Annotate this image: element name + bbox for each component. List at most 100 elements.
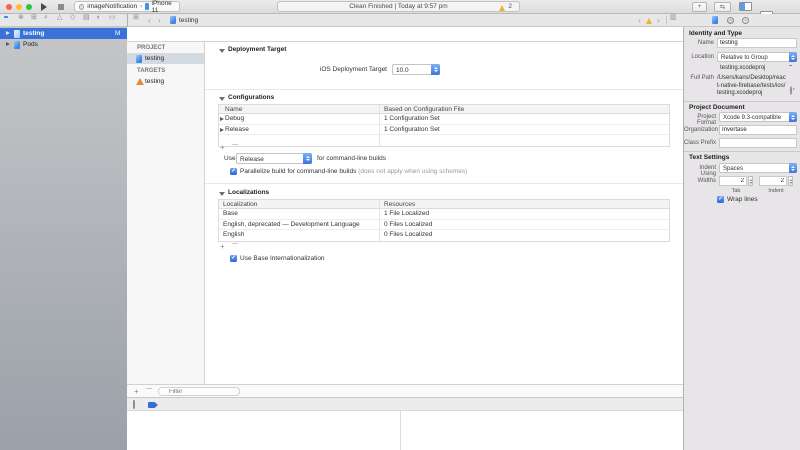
- add-localization-button[interactable]: +: [220, 242, 225, 251]
- hide-debug-area-button[interactable]: [133, 400, 135, 409]
- editor-header: Info Build Settings Swift Packages: [127, 27, 683, 42]
- column-header-localization[interactable]: Localization: [219, 200, 379, 208]
- tab-width-field[interactable]: [719, 176, 747, 186]
- previous-issue-button[interactable]: ‹: [638, 14, 641, 27]
- editor-options-button[interactable]: ⇆: [714, 2, 731, 12]
- find-navigator-tab[interactable]: ⌕: [44, 11, 48, 24]
- history-inspector-tab[interactable]: ◷: [727, 17, 734, 24]
- app-extension-icon: [79, 4, 84, 10]
- back-button[interactable]: ‹: [148, 14, 151, 27]
- zoom-window-button[interactable]: [26, 4, 32, 10]
- collapse-triangle-icon[interactable]: [219, 192, 225, 196]
- configuration-row-debug[interactable]: Debug 1 Configuration Set: [219, 114, 669, 125]
- warning-count[interactable]: 2: [508, 3, 512, 10]
- disclosure-triangle-icon[interactable]: [6, 31, 10, 35]
- indent-width-stepper[interactable]: [788, 176, 793, 186]
- warning-icon[interactable]: [499, 5, 505, 11]
- review-icon: ▥: [670, 14, 677, 21]
- stop-button[interactable]: [58, 4, 64, 10]
- scheme-selector[interactable]: imageNotification › iPhone 11: [74, 1, 180, 12]
- add-button[interactable]: +: [134, 387, 139, 396]
- history-icon: ◷: [729, 18, 733, 23]
- indent-using-dropdown[interactable]: Spaces: [719, 163, 797, 173]
- localization-resources: 1 File Localized: [379, 209, 669, 219]
- debug-bar: [127, 397, 683, 411]
- symbol-navigator-tab[interactable]: ⊞: [31, 11, 37, 24]
- test-navigator-tab[interactable]: ◇: [70, 11, 75, 24]
- project-item-testing[interactable]: testing: [127, 53, 204, 64]
- dropdown-arrows-icon: [431, 64, 440, 75]
- editor-tab-title[interactable]: testing: [179, 14, 198, 27]
- related-items-button[interactable]: ⊞: [133, 11, 139, 24]
- inspector-divider: [684, 151, 800, 152]
- forward-button[interactable]: ›: [158, 14, 161, 27]
- dropdown-value: Spaces: [723, 166, 743, 172]
- location-dropdown[interactable]: Relative to Group: [717, 52, 797, 62]
- navigator-item-label: Pods: [23, 39, 38, 50]
- add-configuration-button[interactable]: +: [220, 143, 225, 152]
- close-window-button[interactable]: [6, 4, 12, 10]
- console-divider[interactable]: [400, 411, 401, 450]
- localization-resources: 0 Files Localized: [379, 230, 669, 241]
- report-icon: ▭: [109, 14, 116, 21]
- ios-deployment-target-dropdown[interactable]: 10.0: [392, 64, 440, 75]
- column-header-based-on[interactable]: Based on Configuration File: [379, 105, 669, 113]
- filter-input[interactable]: [158, 387, 240, 396]
- configuration-value: 1 Configuration Set: [379, 114, 669, 124]
- issue-warning-icon[interactable]: [646, 18, 652, 24]
- debug-navigator-tab[interactable]: ▤: [83, 11, 90, 24]
- project-file-icon: [170, 16, 176, 24]
- issue-navigator-tab[interactable]: △: [57, 11, 62, 24]
- run-button[interactable]: [41, 3, 47, 11]
- tab-caption: Tab: [719, 188, 753, 194]
- column-header-resources[interactable]: Resources: [379, 200, 669, 208]
- localization-name: Base: [219, 209, 379, 219]
- localizations-section-title: Localizations: [228, 189, 269, 196]
- parallelize-checkbox[interactable]: ✓: [230, 168, 237, 175]
- parallelize-label: Parallelize build for command-line build…: [240, 168, 467, 175]
- target-item-testing[interactable]: testing: [127, 76, 204, 87]
- localization-row-base[interactable]: Base 1 File Localized: [219, 209, 669, 220]
- file-inspector-tab[interactable]: [712, 16, 718, 24]
- next-issue-button[interactable]: ›: [657, 14, 660, 27]
- code-review-button[interactable]: ▥: [670, 11, 677, 24]
- disclosure-triangle-icon[interactable]: [6, 42, 10, 46]
- breakpoint-navigator-tab[interactable]: ◗: [96, 11, 100, 24]
- localization-row-english-deprecated[interactable]: English, deprecated — Development Langua…: [219, 220, 669, 231]
- report-navigator-tab[interactable]: ▭: [109, 11, 116, 24]
- plus-icon: +: [698, 3, 702, 10]
- breakpoint-icon: ◗: [96, 14, 100, 21]
- indent-width-field[interactable]: [759, 176, 787, 186]
- navigator-row-pods[interactable]: Pods: [0, 39, 127, 50]
- remove-button[interactable]: —: [146, 386, 152, 392]
- quick-help-inspector-tab[interactable]: ?: [742, 17, 749, 24]
- name-field[interactable]: [717, 38, 797, 48]
- base-internationalization-checkbox[interactable]: ✓: [230, 255, 237, 262]
- collapse-triangle-icon[interactable]: [219, 97, 225, 101]
- command-line-config-dropdown[interactable]: Release: [236, 153, 312, 164]
- organization-field[interactable]: [719, 125, 797, 135]
- ios-deployment-target-label: iOS Deployment Target: [250, 66, 387, 73]
- project-info-editor: Deployment Target iOS Deployment Target …: [205, 42, 683, 384]
- project-format-dropdown[interactable]: Xcode 9.3-compatible: [719, 112, 797, 122]
- wrap-lines-checkbox[interactable]: ✓: [717, 196, 724, 203]
- reveal-arrow-icon[interactable]: [790, 86, 792, 95]
- remove-configuration-button[interactable]: —: [232, 142, 238, 148]
- collapse-triangle-icon[interactable]: [219, 49, 225, 53]
- run-destination: iPhone 11: [152, 0, 175, 14]
- column-header-name[interactable]: Name: [219, 105, 379, 113]
- localizations-table: Localization Resources Base 1 File Local…: [218, 199, 670, 242]
- minimize-window-button[interactable]: [16, 4, 22, 10]
- inspector-divider: [684, 101, 800, 102]
- configuration-row-release[interactable]: Release 1 Configuration Set: [219, 125, 669, 136]
- class-prefix-field[interactable]: [719, 138, 797, 148]
- source-control-navigator-tab[interactable]: ⊗: [18, 11, 24, 24]
- identity-section-title: Identity and Type: [689, 30, 742, 37]
- toggle-navigator-button[interactable]: [739, 2, 752, 11]
- navigator-row-testing[interactable]: testing M: [0, 28, 127, 39]
- tab-width-stepper[interactable]: [748, 176, 753, 186]
- breakpoints-toggle-button[interactable]: [148, 402, 158, 408]
- remove-localization-button[interactable]: —: [232, 241, 238, 247]
- localization-row-english[interactable]: English 0 Files Localized: [219, 230, 669, 241]
- add-editor-button[interactable]: +: [692, 2, 707, 12]
